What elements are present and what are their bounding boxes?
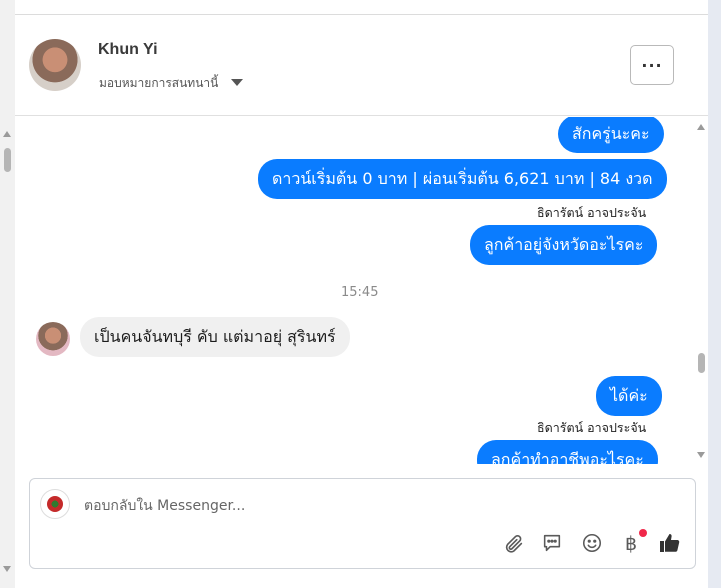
- message-bubble-outgoing[interactable]: ลูกค้าทำอาชีพอะไรคะ: [477, 440, 658, 464]
- message-bubble-outgoing[interactable]: ดาวน์เริ่มต้น 0 บาท | ผ่อนเริ่มต้น 6,621…: [258, 159, 667, 199]
- messenger-page: Khun Yi มอบหมายการสนทนานี้ ··· สักครู่นะ…: [0, 0, 721, 588]
- scroll-up-arrow-icon[interactable]: [697, 124, 705, 130]
- message-bubble-outgoing[interactable]: สักครู่นะคะ: [558, 117, 664, 153]
- scrollbar-thumb[interactable]: [698, 353, 705, 373]
- chat-header: Khun Yi มอบหมายการสนทนานี้ ···: [15, 15, 708, 116]
- scroll-down-arrow-icon[interactable]: [697, 452, 705, 458]
- attachment-icon[interactable]: [501, 531, 527, 557]
- sender-name: ธิดารัตน์ อาจประจัน: [537, 420, 647, 435]
- scroll-up-arrow-icon[interactable]: [3, 131, 11, 137]
- assign-conversation-dropdown[interactable]: มอบหมายการสนทนานี้: [99, 74, 218, 93]
- page-avatar: [40, 489, 70, 519]
- more-options-button[interactable]: ···: [630, 45, 674, 85]
- scrollbar-thumb[interactable]: [4, 148, 11, 172]
- like-thumb-icon[interactable]: [657, 530, 683, 556]
- contact-avatar-small[interactable]: [36, 322, 70, 356]
- caret-down-icon[interactable]: [231, 79, 243, 86]
- page-scrollbar[interactable]: [0, 0, 15, 588]
- contact-avatar[interactable]: [29, 39, 81, 91]
- reply-composer: ฿: [29, 478, 696, 569]
- saved-reply-icon[interactable]: [539, 530, 565, 556]
- scroll-down-arrow-icon[interactable]: [3, 566, 11, 572]
- right-gutter: [708, 0, 721, 588]
- message-bubble-incoming[interactable]: เป็นคนจันทบุรี คับ แต่มาอยุ่ สุรินทร์: [80, 317, 350, 357]
- notification-dot: [639, 529, 647, 537]
- message-bubble-outgoing[interactable]: ได้ค่ะ: [596, 376, 662, 416]
- page-logo-icon: [47, 496, 63, 512]
- sender-name: ธิดารัตน์ อาจประจัน: [537, 205, 647, 220]
- message-bubble-outgoing[interactable]: ลูกค้าอยู่จังหวัดอะไรคะ: [470, 225, 658, 265]
- conversation-thread[interactable]: สักครู่นะคะ ดาวน์เริ่มต้น 0 บาท | ผ่อนเร…: [15, 117, 708, 464]
- contact-name[interactable]: Khun Yi: [98, 41, 158, 59]
- chat-panel: Khun Yi มอบหมายการสนทนานี้ ··· สักครู่นะ…: [15, 0, 708, 588]
- timestamp: 15:45: [341, 285, 379, 300]
- conversation-scrollbar[interactable]: [695, 117, 708, 464]
- emoji-icon[interactable]: [579, 530, 605, 556]
- reply-input[interactable]: [84, 495, 584, 517]
